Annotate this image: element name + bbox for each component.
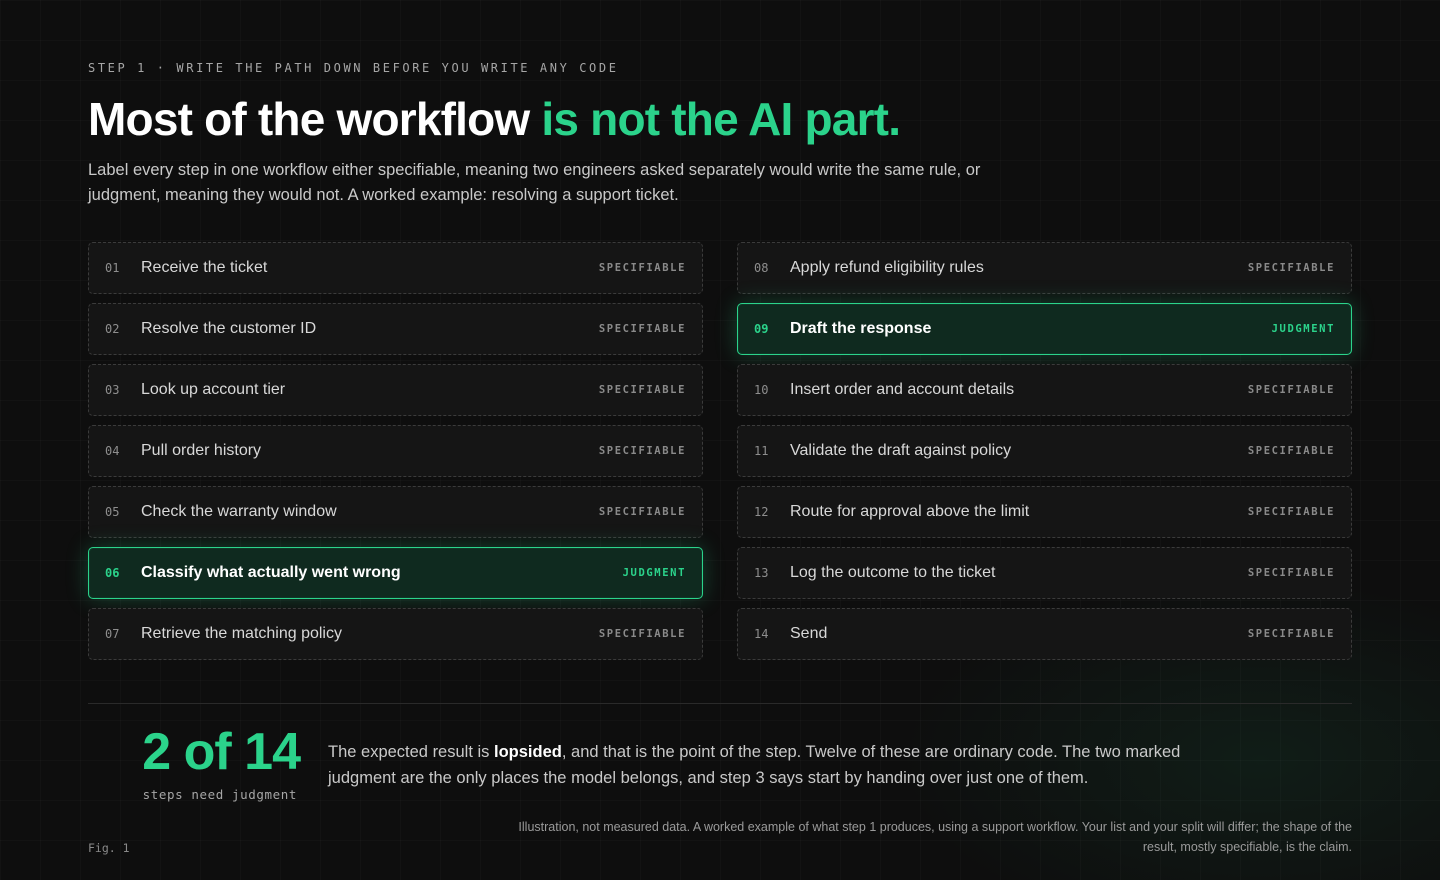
footnote: Illustration, not measured data. A worke…: [518, 820, 1352, 854]
step-label: Route for approval above the limit: [790, 503, 1030, 520]
lede: Label every step in one workflow either …: [88, 161, 981, 204]
stat-caption: steps need judgment: [142, 787, 297, 802]
summary-before: The expected result is: [328, 743, 494, 761]
step-row-04: 04 Pull order history SPECIFIABLE: [88, 425, 703, 477]
step-label: Apply refund eligibility rules: [790, 259, 984, 276]
step-tag: JUDGMENT: [622, 567, 686, 579]
step-row-09: 09 Draft the response JUDGMENT: [737, 303, 1352, 355]
step-number: 01: [105, 261, 120, 275]
step-row-08: 08 Apply refund eligibility rules SPECIFIA…: [737, 242, 1352, 294]
step-label: Resolve the customer ID: [141, 320, 317, 337]
step-label: Check the warranty window: [141, 503, 337, 520]
step-tag: SPECIFIABLE: [598, 445, 686, 457]
step-label: Validate the draft against policy: [790, 442, 1012, 459]
step-row-01: 01 Receive the ticket SPECIFIABLE: [88, 242, 703, 294]
step-row-07: 07 Retrieve the matching policy SPECIFIABL…: [88, 608, 703, 660]
step-row-14: 14 Send SPECIFIABLE: [737, 608, 1352, 660]
step-row-10: 10 Insert order and account details SPECIF…: [737, 364, 1352, 416]
stat-value: 2 of 14: [142, 723, 301, 781]
step-number: 11: [754, 444, 769, 458]
headline-accent: is not the AI part.: [541, 93, 901, 145]
step-label: Look up account tier: [141, 381, 286, 398]
step-number: 03: [105, 383, 120, 397]
summary: The expected result is lopsided, and tha…: [328, 739, 1228, 791]
step-number: 02: [105, 322, 120, 336]
step-tag: SPECIFIABLE: [1247, 384, 1335, 396]
step-label: Log the outcome to the ticket: [790, 564, 996, 581]
step-row-13: 13 Log the outcome to the ticket SPECIFIAB…: [737, 547, 1352, 599]
step-tag: SPECIFIABLE: [1247, 262, 1335, 274]
step-number: 06: [105, 566, 120, 580]
step-label: Classify what actually went wrong: [141, 564, 401, 581]
step-row-03: 03 Look up account tier SPECIFIABLE: [88, 364, 703, 416]
step-label: Receive the ticket: [141, 259, 268, 276]
divider: [88, 703, 1352, 704]
step-tag: SPECIFIABLE: [1247, 628, 1335, 640]
step-label: Send: [790, 625, 828, 642]
step-number: 08: [754, 261, 769, 275]
summary-emphasis: lopsided: [494, 743, 562, 761]
step-label: Draft the response: [790, 320, 932, 337]
step-number: 14: [754, 627, 769, 641]
step-tag: SPECIFIABLE: [598, 628, 686, 640]
step-number: 10: [754, 383, 769, 397]
step-number: 09: [754, 322, 769, 336]
step-label: Insert order and account details: [790, 381, 1015, 398]
step-label: Pull order history: [141, 442, 262, 459]
step-label: Retrieve the matching policy: [141, 625, 342, 642]
step-row-05: 05 Check the warranty window SPECIFIABLE: [88, 486, 703, 538]
step-tag: SPECIFIABLE: [1247, 506, 1335, 518]
eyebrow: STEP 1 · WRITE THE PATH DOWN BEFORE YOU …: [88, 61, 619, 75]
steps-column-left: 01 Receive the ticket SPECIFIABLE 02 Resolve…: [88, 242, 703, 669]
step-row-06: 06 Classify what actually went wrong JUDGM…: [88, 547, 703, 599]
step-row-12: 12 Route for approval above the limit SPEC…: [737, 486, 1352, 538]
step-number: 04: [105, 444, 120, 458]
step-tag: SPECIFIABLE: [1247, 445, 1335, 457]
step-row-02: 02 Resolve the customer ID SPECIFIABLE: [88, 303, 703, 355]
step-tag: SPECIFIABLE: [598, 323, 686, 335]
step-number: 12: [754, 505, 769, 519]
step-number: 13: [754, 566, 769, 580]
step-number: 07: [105, 627, 120, 641]
figure-label: Fig. 1: [88, 841, 130, 855]
step-tag: SPECIFIABLE: [598, 384, 686, 396]
page-title: Most of the workflow is not the AI part.: [88, 92, 901, 146]
step-tag: JUDGMENT: [1271, 323, 1335, 335]
step-tag: SPECIFIABLE: [1247, 567, 1335, 579]
headline-plain: Most of the workflow: [88, 93, 542, 145]
step-tag: SPECIFIABLE: [598, 506, 686, 518]
step-number: 05: [105, 505, 120, 519]
steps-column-right: 08 Apply refund eligibility rules SPECIFIA…: [737, 242, 1352, 669]
step-tag: SPECIFIABLE: [598, 262, 686, 274]
step-row-11: 11 Validate the draft against policy SPECI…: [737, 425, 1352, 477]
